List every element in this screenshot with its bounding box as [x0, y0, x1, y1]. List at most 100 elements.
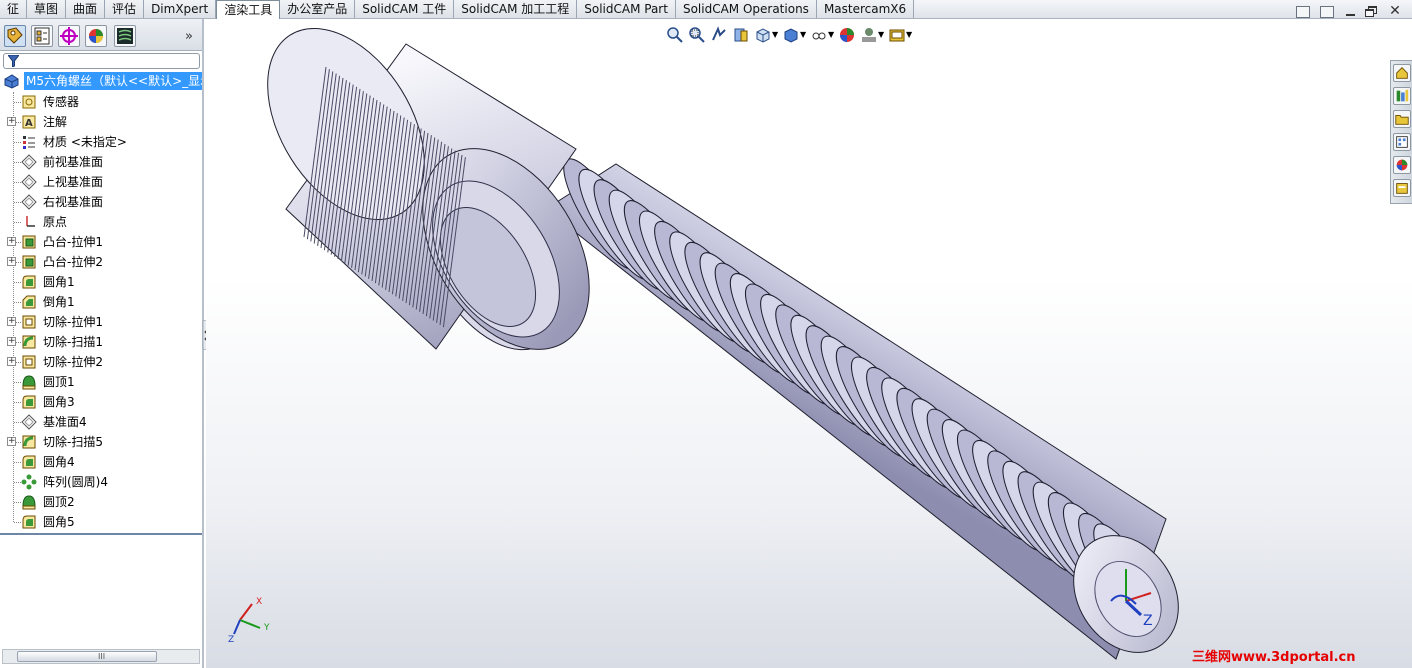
tab-4[interactable]: DimXpert [144, 0, 217, 18]
tab-2[interactable]: 曲面 [66, 0, 106, 18]
tree-item[interactable]: 阵列(圆周)4 [0, 472, 202, 492]
annotation-icon: A [21, 114, 37, 130]
tab-3[interactable]: 评估 [105, 0, 145, 18]
plane-icon [21, 154, 37, 170]
tree-item-label: 注解 [43, 115, 68, 129]
tree-item[interactable]: + 切除-拉伸2 [0, 352, 202, 372]
tab-5[interactable]: 渲染工具 [216, 0, 281, 20]
reference-triad: X Y Z [228, 597, 270, 644]
expand-toggle-icon[interactable]: + [7, 357, 16, 366]
expand-toggle-icon[interactable]: + [7, 437, 16, 446]
tree-connector [14, 282, 21, 283]
tree-item[interactable]: 圆角5 [0, 512, 202, 532]
tree-connector [14, 162, 21, 163]
task-pane-tabs [1390, 60, 1412, 204]
circular-pattern-icon [21, 474, 37, 490]
tree-item[interactable]: + 切除-拉伸1 [0, 312, 202, 332]
design-library-icon[interactable] [1393, 87, 1411, 105]
scroll-grip: III [98, 652, 106, 661]
tree-item[interactable]: 右视基准面 [0, 192, 202, 212]
filter-icon [8, 55, 19, 67]
tree-item-label: 切除-拉伸1 [43, 315, 103, 329]
tree-item[interactable]: + 切除-扫描5 [0, 432, 202, 452]
tree-item[interactable]: 上视基准面 [0, 172, 202, 192]
screw-3d-model[interactable]: Z [206, 19, 1412, 668]
tree-connector [14, 102, 21, 103]
tree-item[interactable]: 圆角3 [0, 392, 202, 412]
expand-toggle-icon[interactable]: + [7, 257, 16, 266]
tree-item[interactable]: 圆角1 [0, 272, 202, 292]
layers-icon[interactable] [114, 25, 136, 47]
expand-toggle-icon[interactable]: + [7, 237, 16, 246]
tree-item[interactable]: 材质 <未指定> [0, 132, 202, 152]
tree-item-label: 切除-扫描1 [43, 335, 103, 349]
feature-filter-input[interactable] [3, 53, 200, 69]
triad-z-label: Z [228, 635, 234, 644]
tree-item[interactable]: 圆角4 [0, 452, 202, 472]
boss-extrude-icon [21, 234, 37, 250]
tree-item-label: 阵列(圆周)4 [43, 475, 108, 489]
close-button[interactable]: ✕ [1388, 4, 1402, 18]
tile-left-button[interactable] [1296, 6, 1310, 18]
fillet-icon [21, 394, 37, 410]
resources-home-icon[interactable] [1393, 64, 1411, 82]
command-manager-tabs: 征草图 曲面 评估 DimXpert 渲染工具 办公室产品 SolidCAM 工件 Solid… [0, 0, 1412, 20]
graphics-area[interactable]: ▼ ▼ ▼ ▼ ▼ Z X Y Z [206, 19, 1412, 668]
tab-8[interactable]: SolidCAM 加工工程 [454, 0, 578, 18]
boss-extrude-icon [21, 254, 37, 270]
tab-0[interactable]: 征 [0, 0, 28, 18]
restore-button[interactable] [1364, 5, 1380, 19]
fillet-icon [21, 454, 37, 470]
display-manager-icon[interactable] [85, 25, 107, 47]
part-name: M5六角螺丝（默认<<默认>_显示 [24, 72, 202, 90]
tab-9[interactable]: SolidCAM Part [577, 0, 676, 18]
panel-divider [0, 533, 202, 535]
tree-item-label: 切除-扫描5 [43, 435, 103, 449]
tab-7[interactable]: SolidCAM 工件 [355, 0, 455, 18]
tree-item[interactable]: 传感器 [0, 92, 202, 112]
tree-item-label: 上视基准面 [43, 175, 104, 189]
expand-toggle-icon[interactable]: + [7, 117, 16, 126]
tree-item[interactable]: 前视基准面 [0, 152, 202, 172]
tab-10[interactable]: SolidCAM Operations [675, 0, 817, 18]
scroll-thumb[interactable]: III [17, 651, 157, 662]
expand-toggle-icon[interactable]: + [7, 337, 16, 346]
tree-item-label: 传感器 [43, 95, 80, 109]
tree-item-label: 倒角1 [43, 295, 75, 309]
tree-item[interactable]: 圆顶2 [0, 492, 202, 512]
tab-11[interactable]: MastercamX6 [816, 0, 915, 18]
tree-item[interactable]: 基准面4 [0, 412, 202, 432]
tree-item[interactable]: + 切除-扫描1 [0, 332, 202, 352]
tab-1[interactable]: 草图 [27, 0, 67, 18]
tree-item[interactable]: 倒角1 [0, 292, 202, 312]
tree-root-part[interactable]: M5六角螺丝（默认<<默认>_显示 [0, 72, 202, 90]
expand-toggle-icon[interactable]: + [7, 317, 16, 326]
custom-properties-icon[interactable] [1393, 179, 1411, 197]
tree-item-label: 圆角4 [43, 455, 75, 469]
material-icon [21, 134, 37, 150]
fillet-icon [21, 274, 37, 290]
view-palette-icon[interactable] [1393, 133, 1411, 151]
triad-x-label: X [256, 597, 262, 607]
tree-item[interactable]: + 凸台-拉伸2 [0, 252, 202, 272]
property-manager-icon[interactable] [31, 25, 53, 47]
tree-item[interactable]: + 凸台-拉伸1 [0, 232, 202, 252]
plane-icon [21, 194, 37, 210]
tree-item[interactable]: 圆顶1 [0, 372, 202, 392]
feature-manager-icon[interactable] [4, 25, 26, 47]
plane-icon [21, 174, 37, 190]
panel-toolbar: » [0, 19, 202, 51]
horizontal-scrollbar[interactable]: III [2, 649, 200, 664]
tree-item[interactable]: + A 注解 [0, 112, 202, 132]
tab-6[interactable]: 办公室产品 [280, 0, 356, 18]
tile-right-button[interactable] [1320, 6, 1334, 18]
minimize-button[interactable] [1344, 6, 1358, 18]
file-explorer-icon[interactable] [1393, 110, 1411, 128]
tree-connector [14, 402, 21, 403]
plane-icon [21, 414, 37, 430]
expand-panel-icon[interactable]: » [185, 29, 193, 44]
configuration-manager-icon[interactable] [58, 25, 80, 47]
appearances-scenes-icon[interactable] [1393, 156, 1411, 174]
tree-item[interactable]: 原点 [0, 212, 202, 232]
fillet-icon [21, 514, 37, 530]
